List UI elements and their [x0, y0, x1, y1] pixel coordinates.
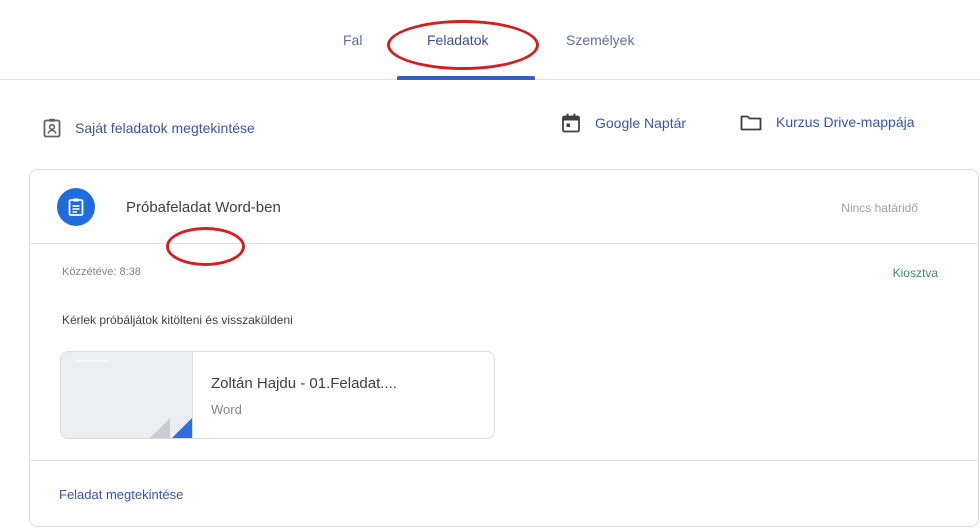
assignment-header[interactable]: Próbafeladat Word-ben Nincs határidő: [30, 170, 978, 244]
thumbnail-line: [75, 360, 109, 362]
attachment-card[interactable]: Zoltán Hajdu - 01.Feladat.... Word: [60, 351, 495, 439]
due-date: Nincs határidő: [841, 201, 918, 215]
view-own-tasks-label: Saját feladatok megtekintése: [75, 120, 255, 136]
active-tab-indicator: [397, 76, 535, 80]
attachment-file-type: Word: [211, 402, 242, 417]
thumbnail-fold: [148, 418, 170, 438]
tab-fal[interactable]: Fal: [343, 32, 362, 48]
word-file-corner-icon: [170, 418, 192, 438]
assignment-icon: [57, 188, 95, 226]
tab-feladatok[interactable]: Feladatok: [427, 32, 488, 48]
tab-szemelyek[interactable]: Személyek: [566, 32, 634, 48]
status-badge: Kiosztva: [892, 266, 938, 280]
assignment-card: Próbafeladat Word-ben Nincs határidő Köz…: [29, 169, 979, 527]
view-own-tasks-button[interactable]: Saját feladatok megtekintése: [43, 118, 255, 138]
course-drive-folder-label: Kurzus Drive-mappája: [776, 114, 915, 130]
clipboard-user-icon: [43, 118, 61, 138]
card-footer: Feladat megtekintése: [30, 460, 978, 528]
course-drive-folder-button[interactable]: Kurzus Drive-mappája: [740, 113, 915, 131]
view-assignment-link[interactable]: Feladat megtekintése: [59, 487, 183, 502]
attachment-file-name: Zoltán Hajdu - 01.Feladat....: [211, 375, 397, 392]
published-time: Közzétéve: 8:38: [62, 266, 141, 278]
assignment-instructions: Kérlek próbáljátok kitölteni és visszakü…: [62, 313, 293, 327]
google-calendar-label: Google Naptár: [595, 115, 687, 131]
tab-bar: Fal Feladatok Személyek: [0, 0, 980, 80]
attachment-thumbnail: [61, 352, 193, 438]
google-calendar-button[interactable]: Google Naptár: [561, 113, 686, 133]
folder-icon: [740, 115, 762, 131]
assignment-title: Próbafeladat Word-ben: [126, 199, 281, 216]
calendar-icon: [562, 113, 580, 133]
